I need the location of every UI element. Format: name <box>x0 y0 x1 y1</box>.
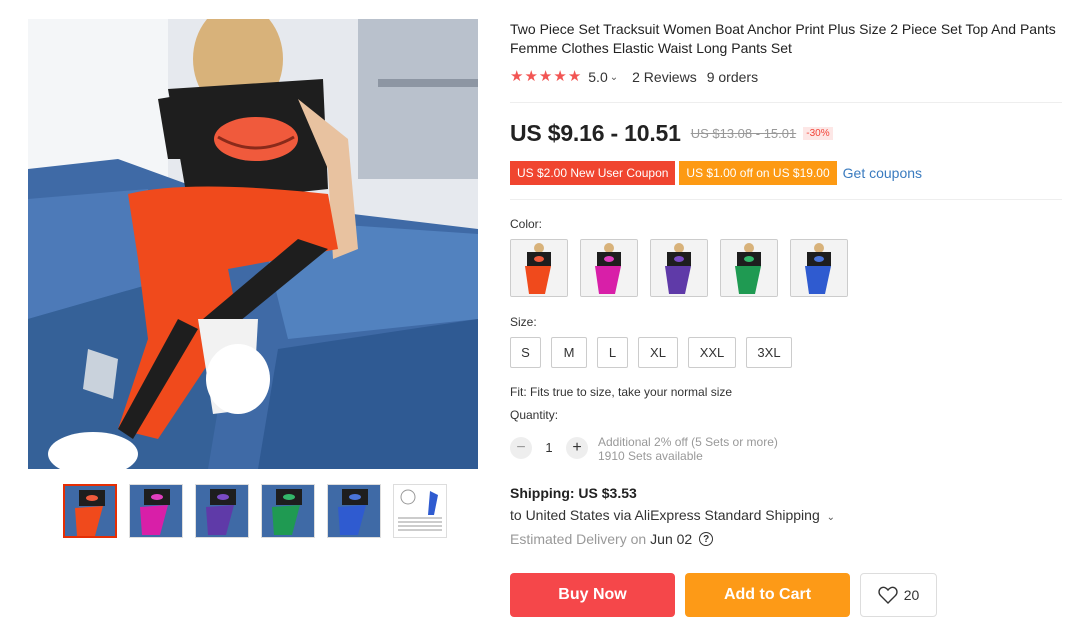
star-icon: ★ <box>524 68 538 85</box>
color-swatch-image <box>651 240 707 296</box>
current-price: US $9.16 - 10.51 <box>510 120 681 146</box>
quantity-info: Additional 2% off (5 Sets or more) 1910 … <box>598 435 778 463</box>
coupon-row: US $2.00 New User Coupon US $1.00 off on… <box>510 161 922 185</box>
rating-row: ★ ★ ★ ★ ★ 5.0 ⌄ 2 Reviews 9 orders <box>510 69 759 86</box>
heart-icon <box>878 586 898 604</box>
color-options <box>510 239 848 297</box>
thumbnail-1[interactable] <box>63 484 117 538</box>
thumbnail-2[interactable] <box>129 484 183 538</box>
shipping-method-text: to United States via AliExpress Standard… <box>510 507 820 523</box>
quantity-decrease-button[interactable]: − <box>510 437 532 459</box>
thumbnail-image <box>328 485 380 537</box>
thumbnail-3[interactable] <box>195 484 249 538</box>
quantity-stepper: − 1 + Additional 2% off (5 Sets or more)… <box>510 435 778 463</box>
add-to-cart-button[interactable]: Add to Cart <box>685 573 850 617</box>
bulk-discount-note: Additional 2% off (5 Sets or more) <box>598 435 778 449</box>
shipping-cost: Shipping: US $3.53 <box>510 485 637 501</box>
discount-badge: -30% <box>803 127 833 140</box>
buy-now-button[interactable]: Buy Now <box>510 573 675 617</box>
delivery-date: Jun 02 <box>650 531 693 547</box>
price-row: US $9.16 - 10.51 US $13.08 - 15.01 -30% <box>510 120 833 147</box>
main-product-image[interactable] <box>28 19 478 469</box>
color-option-orange-red[interactable] <box>510 239 568 297</box>
size-options: S M L XL XXL 3XL <box>510 337 792 368</box>
fit-note: Fit: Fits true to size, take your normal… <box>510 385 733 399</box>
color-swatch-image <box>581 240 637 296</box>
color-option-purple[interactable] <box>650 239 708 297</box>
size-option-xxl[interactable]: XXL <box>688 337 736 368</box>
reviews-link[interactable]: 2 Reviews <box>632 69 697 85</box>
quantity-label: Quantity: <box>510 408 559 422</box>
quantity-increase-button[interactable]: + <box>566 437 588 459</box>
color-swatch-image <box>791 240 847 296</box>
star-icon: ★ <box>553 68 567 85</box>
star-rating: ★ ★ ★ ★ ★ <box>510 69 581 85</box>
thumbnail-4[interactable] <box>261 484 315 538</box>
thumbnail-5[interactable] <box>327 484 381 538</box>
size-option-l[interactable]: L <box>597 337 628 368</box>
original-price: US $13.08 - 15.01 <box>690 126 797 141</box>
stock-available: 1910 Sets available <box>598 449 703 463</box>
star-icon: ★ <box>510 68 524 85</box>
shipping-method[interactable]: to United States via AliExpress Standard… <box>510 507 835 523</box>
thumbnail-image <box>196 485 248 537</box>
wishlist-button[interactable]: 20 <box>860 573 937 617</box>
size-option-3xl[interactable]: 3XL <box>746 337 792 368</box>
orders-count: 9 orders <box>706 69 759 85</box>
color-swatch-image <box>721 240 777 296</box>
product-photo <box>28 19 478 469</box>
thumbnail-strip <box>63 484 447 538</box>
thumbnail-image <box>262 485 314 537</box>
product-title: Two Piece Set Tracksuit Women Boat Ancho… <box>510 21 1056 56</box>
size-option-m[interactable]: M <box>551 337 587 368</box>
help-icon[interactable]: ? <box>699 532 714 546</box>
size-label: Size: <box>510 315 537 329</box>
chevron-down-icon[interactable]: ⌄ <box>610 72 618 83</box>
size-chart-image <box>394 485 446 537</box>
thumbnail-6-size-chart[interactable] <box>393 484 447 538</box>
store-coupon[interactable]: US $1.00 off on US $19.00 <box>679 161 837 185</box>
get-coupons-link[interactable]: Get coupons <box>843 165 922 181</box>
color-option-rose[interactable] <box>580 239 638 297</box>
divider <box>510 199 1062 200</box>
star-icon: ★ <box>567 68 582 85</box>
star-icon: ★ <box>538 68 553 85</box>
delivery-label: Estimated Delivery on <box>510 531 647 547</box>
size-option-s[interactable]: S <box>510 337 541 368</box>
rating-value[interactable]: 5.0 <box>588 69 607 85</box>
estimated-delivery: Estimated Delivery on Jun 02 ? <box>510 531 714 547</box>
color-option-blue[interactable] <box>790 239 848 297</box>
size-option-xl[interactable]: XL <box>638 337 678 368</box>
color-label: Color: <box>510 217 543 231</box>
chevron-down-icon: ⌄ <box>826 512 836 523</box>
color-option-green[interactable] <box>720 239 778 297</box>
color-swatch-image <box>511 240 567 296</box>
thumbnail-image <box>65 486 115 536</box>
new-user-coupon[interactable]: US $2.00 New User Coupon <box>510 161 676 185</box>
quantity-input[interactable]: 1 <box>532 440 566 455</box>
wishlist-count: 20 <box>903 587 920 603</box>
divider <box>510 102 1062 103</box>
thumbnail-image <box>130 485 182 537</box>
